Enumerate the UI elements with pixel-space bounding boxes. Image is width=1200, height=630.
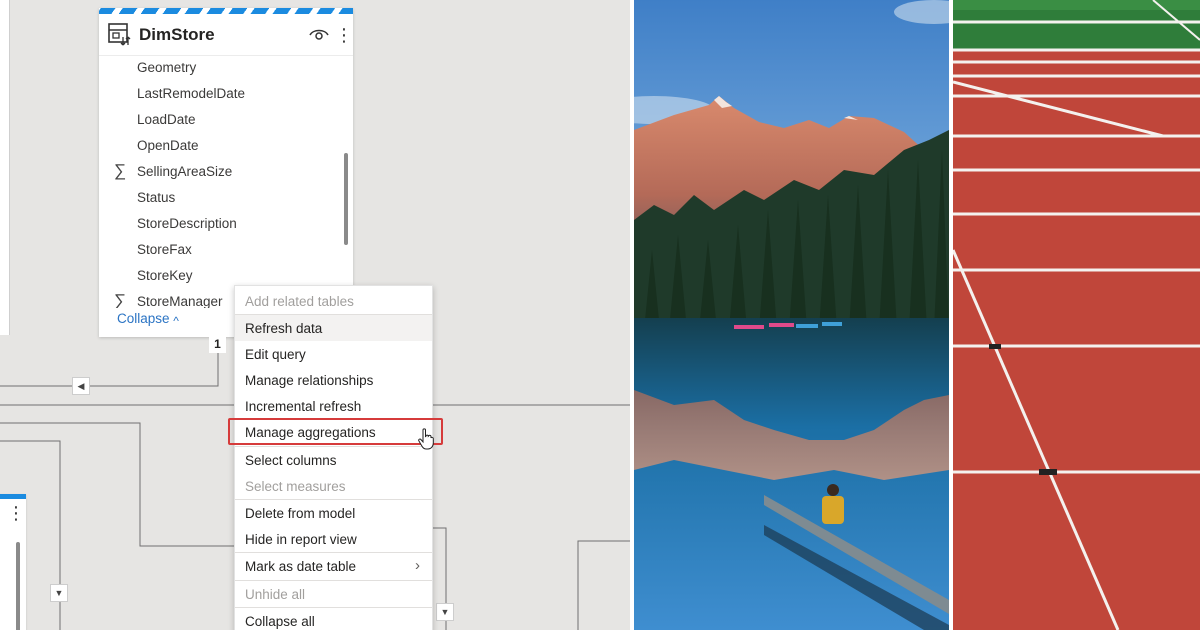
field-label: StoreManager	[137, 293, 223, 309]
menu-item-edit-query[interactable]: Edit query	[235, 341, 432, 367]
expand-down-arrow-button-2[interactable]: ▼	[436, 603, 454, 621]
more-vertical-icon[interactable]: ⋮	[335, 26, 353, 44]
lower-table-card[interactable]: ⋮	[0, 494, 26, 630]
field-item[interactable]: OpenDate	[99, 132, 329, 158]
table-header[interactable]: DimStore ⋮	[99, 14, 353, 56]
sigma-icon: ∑	[113, 161, 127, 180]
eye-icon[interactable]	[309, 25, 329, 45]
scrollbar[interactable]	[344, 153, 348, 245]
field-list[interactable]: Geometry LastRemodelDate LoadDate OpenDa…	[99, 56, 353, 309]
expand-down-arrow-button[interactable]: ▼	[50, 584, 68, 602]
field-label: SellingAreaSize	[137, 163, 233, 179]
field-item[interactable]: Status	[99, 184, 329, 210]
field-label: StoreFax	[137, 241, 192, 257]
hand-cursor-icon	[418, 428, 434, 450]
field-label: StoreKey	[137, 267, 193, 283]
menu-item-select-measures[interactable]: Select measures	[235, 473, 432, 499]
table-refresh-icon	[108, 22, 131, 45]
context-menu[interactable]: Add related tables Refresh data Edit que…	[234, 285, 433, 630]
collapse-left-arrow-button[interactable]: ◀	[72, 377, 90, 395]
cardinality-badge: 1	[209, 336, 226, 353]
sigma-icon: ∑	[113, 291, 127, 308]
menu-item-select-columns[interactable]: Select columns	[235, 447, 432, 473]
more-vertical-icon[interactable]: ⋮	[7, 504, 25, 522]
running-track-photo	[953, 0, 1200, 630]
field-item[interactable]: LoadDate	[99, 106, 329, 132]
field-label: StoreDescription	[137, 215, 237, 231]
field-label: LoadDate	[137, 111, 196, 127]
field-item[interactable]: LastRemodelDate	[99, 80, 329, 106]
field-item[interactable]: StoreDescription	[99, 210, 329, 236]
field-item[interactable]: StoreFax	[99, 236, 329, 262]
field-item[interactable]: ∑ SellingAreaSize	[99, 158, 329, 184]
menu-item-unhide-all[interactable]: Unhide all	[235, 581, 432, 607]
menu-item-mark-as-date-table[interactable]: Mark as date table ›	[235, 553, 432, 579]
field-item[interactable]: Geometry	[99, 56, 329, 80]
chevron-up-icon: ^	[173, 314, 179, 328]
field-label: OpenDate	[137, 137, 199, 153]
field-label: LastRemodelDate	[137, 85, 246, 101]
field-label: Geometry	[137, 59, 197, 75]
menu-item-delete-from-model[interactable]: Delete from model	[235, 500, 432, 526]
menu-item-manage-relationships[interactable]: Manage relationships	[235, 367, 432, 393]
menu-item-incremental-refresh[interactable]: Incremental refresh	[235, 393, 432, 419]
collapse-link[interactable]: Collapse ^	[117, 311, 179, 328]
menu-item-add-related-tables[interactable]: Add related tables	[235, 288, 432, 314]
collapse-label: Collapse	[117, 311, 170, 326]
highlight-box	[228, 418, 443, 445]
model-canvas[interactable]: ◀ ▼ ▼ ⋮ DimStore ⋮ Geometry LastRemodelD…	[0, 0, 630, 630]
menu-item-refresh-data[interactable]: Refresh data	[235, 315, 432, 341]
table-title: DimStore	[139, 24, 215, 44]
chevron-right-icon: ›	[415, 557, 420, 574]
menu-item-collapse-all[interactable]: Collapse all	[235, 608, 432, 630]
adjacent-table-card[interactable]	[0, 0, 10, 335]
field-label: Status	[137, 189, 176, 205]
menu-item-hide-in-report-view[interactable]: Hide in report view	[235, 526, 432, 552]
mountain-lake-photo	[634, 0, 949, 630]
scrollbar[interactable]	[16, 542, 20, 630]
